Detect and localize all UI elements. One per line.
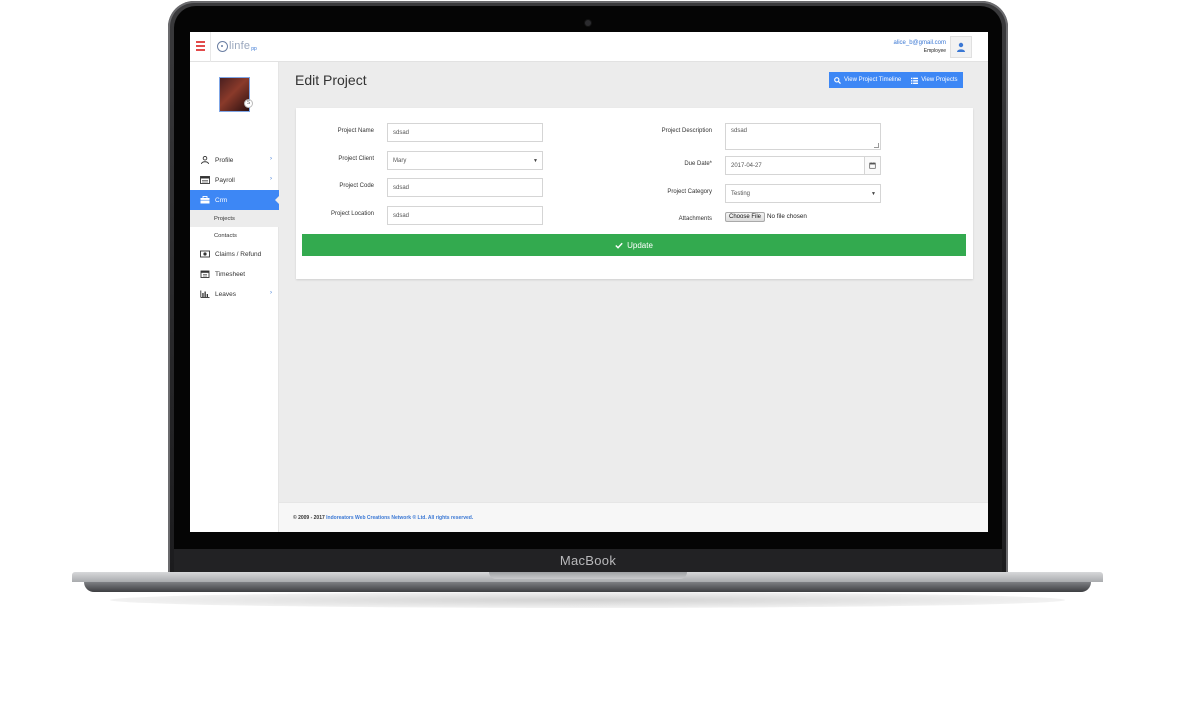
user-icon [957,42,965,52]
calendar-icon [200,270,210,278]
webcam-icon [585,20,591,26]
logo-subtext: pp [251,46,257,52]
check-icon [615,242,623,249]
chevron-right-icon: › [270,176,272,182]
view-project-timeline-button[interactable]: View Project Timeline [829,72,906,88]
choose-file-button[interactable]: Choose File [725,212,766,222]
sidebar-item-payroll[interactable]: Payroll › [190,170,279,190]
laptop-base-notch [489,572,687,579]
sidebar-item-label: Crm [215,196,228,204]
caret-down-icon: ▼ [533,158,538,164]
user-menu-button[interactable] [950,36,972,58]
sidebar-item-label: Timesheet [215,270,246,278]
due-date-value: 2017-04-27 [731,162,762,169]
project-category-value: Testing [731,190,751,197]
project-category-select[interactable]: Testing ▼ [725,184,881,203]
attachments-label: Attachments [678,216,712,222]
project-name-input[interactable]: sdsad [387,123,543,142]
sidebar-subitem-contacts[interactable]: Contacts [190,227,279,244]
user-email[interactable]: alice_b@gmail.com [894,40,946,46]
project-location-input[interactable]: sdsad [387,206,543,225]
sidebar-item-label: Claims / Refund [215,250,262,258]
stage: MacBook linfe pp alice_b@gmail.com Emplo… [0,0,1185,716]
calculator-icon [200,176,210,184]
laptop-base-bottom [84,582,1091,592]
sidebar-item-profile[interactable]: Profile › [190,150,279,170]
topbar-divider [210,32,211,62]
update-button[interactable]: Update [302,234,966,256]
avatar-status-badge: S [244,99,253,108]
project-client-select[interactable]: Mary ▼ [387,151,543,170]
project-description-textarea[interactable]: sdsad [725,123,881,150]
search-icon [834,76,841,84]
header-button-group: View Project Timeline View Projects [829,72,963,88]
project-category-label: Project Category [667,189,712,195]
view-project-timeline-label: View Project Timeline [844,77,902,83]
project-location-label: Project Location [330,211,374,217]
project-name-label: Project Name [337,128,374,134]
logo-text: linfe [229,40,251,52]
sidebar-item-label: Payroll [215,176,235,184]
screen: linfe pp alice_b@gmail.com Employee S Pr… [190,32,988,532]
sidebar-nav: Profile › Payroll › Crm Projects Contact… [190,150,280,304]
project-description-label: Project Description [661,128,712,134]
sidebar-item-label: Leaves [215,290,236,298]
logo-circle-icon [217,40,228,52]
project-description-value: sdsad [731,128,748,134]
project-client-value: Mary [393,157,407,164]
footer-company-link[interactable]: Indoreators Web Creations Network ® Ltd.… [326,515,473,521]
project-client-label: Project Client [338,156,374,162]
app-logo[interactable]: linfe pp [217,38,257,54]
sidebar-item-label: Profile [215,156,234,164]
view-projects-label: View Projects [921,77,958,83]
view-projects-button[interactable]: View Projects [906,72,962,88]
page-title: Edit Project [295,72,367,88]
due-date-input[interactable]: 2017-04-27 [725,156,881,175]
file-status-text: No file chosen [767,213,807,220]
calendar-icon [869,162,876,169]
chevron-right-icon: › [270,290,272,296]
sidebar-item-timesheet[interactable]: Timesheet [190,264,279,284]
footer-copyright: © 2009 - 2017 [293,515,325,521]
list-icon [911,77,919,84]
user-icon [201,156,209,164]
sidebar-item-leaves[interactable]: Leaves › [190,284,279,304]
due-date-label: Due Date* [684,161,712,167]
laptop-shadow [110,592,1065,608]
footer-text: © 2009 - 2017 Indoreators Web Creations … [293,515,473,521]
project-code-input[interactable]: sdsad [387,178,543,197]
due-date-calendar-button[interactable] [864,157,880,174]
sidebar-item-crm[interactable]: Crm [190,190,280,210]
sidebar: S Profile › Payroll › Crm Projects Conta… [190,62,280,532]
project-code-label: Project Code [339,183,374,189]
top-bar: linfe pp alice_b@gmail.com Employee [190,32,988,62]
hamburger-menu-icon[interactable] [196,41,205,51]
resize-handle-icon[interactable] [874,143,879,148]
money-icon [200,250,210,258]
footer: © 2009 - 2017 Indoreators Web Creations … [279,502,988,532]
bar-chart-icon [200,290,210,298]
briefcase-icon [200,196,210,204]
caret-down-icon: ▼ [871,191,876,197]
sidebar-item-claims-refund[interactable]: Claims / Refund [190,244,279,264]
user-role: Employee [923,48,946,54]
sidebar-subitem-projects[interactable]: Projects [190,210,279,227]
chevron-right-icon: › [270,156,272,162]
laptop-brand-label: MacBook [559,553,617,568]
update-label: Update [627,240,653,250]
